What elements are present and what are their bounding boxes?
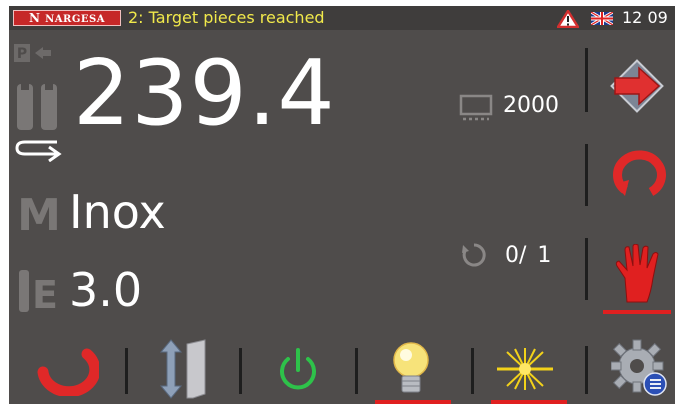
clamp-icon[interactable] <box>15 80 59 138</box>
divider <box>239 348 242 394</box>
divider <box>125 348 128 394</box>
piece-counter[interactable]: 0/ 1 <box>505 242 551 270</box>
position-value[interactable]: 239.4 <box>73 44 336 144</box>
stop-active-indicator <box>603 310 671 314</box>
target-pieces[interactable]: 2000 <box>503 92 559 120</box>
light-active-indicator <box>375 400 451 404</box>
bend-return-button[interactable] <box>35 348 99 396</box>
thickness-value[interactable]: 3.0 <box>69 262 142 318</box>
divider <box>585 238 588 300</box>
settings-gear-button[interactable] <box>611 338 669 398</box>
status-bar: N NARGESA 2: Target pieces reached 12 09 <box>9 6 675 30</box>
material-m-icon[interactable]: M <box>13 190 65 236</box>
uk-flag-icon[interactable] <box>591 12 613 25</box>
light-bulb-button[interactable] <box>389 340 433 398</box>
counter-icon <box>462 243 486 267</box>
divider <box>471 348 474 394</box>
divider <box>585 144 588 206</box>
divider <box>585 48 588 112</box>
p-park-icon[interactable]: P <box>13 42 61 64</box>
stop-hand-button[interactable] <box>613 244 665 306</box>
divider <box>355 348 358 394</box>
thickness-e-icon[interactable]: E <box>15 266 61 316</box>
warning-icon[interactable] <box>557 10 579 28</box>
machine-screen: N NARGESA 2: Target pieces reached 12 09… <box>9 6 675 404</box>
next-arrow-button[interactable] <box>607 56 667 116</box>
clock: 12 09 <box>622 8 668 27</box>
brand-logo: N NARGESA <box>13 10 121 26</box>
return-arrow-icon[interactable] <box>13 134 63 162</box>
pieces-icon <box>459 94 493 121</box>
laser-button[interactable] <box>495 346 555 392</box>
svg-text:P: P <box>17 46 27 62</box>
power-button[interactable] <box>275 346 321 396</box>
svg-text:E: E <box>32 273 58 316</box>
laser-active-indicator <box>491 400 567 404</box>
material-value[interactable]: Inox <box>69 184 166 240</box>
divider <box>585 346 588 394</box>
status-message: 2: Target pieces reached <box>128 8 325 27</box>
up-down-arrow-button[interactable] <box>157 338 211 400</box>
cycle-button[interactable] <box>609 146 667 202</box>
svg-text:M: M <box>17 190 61 236</box>
